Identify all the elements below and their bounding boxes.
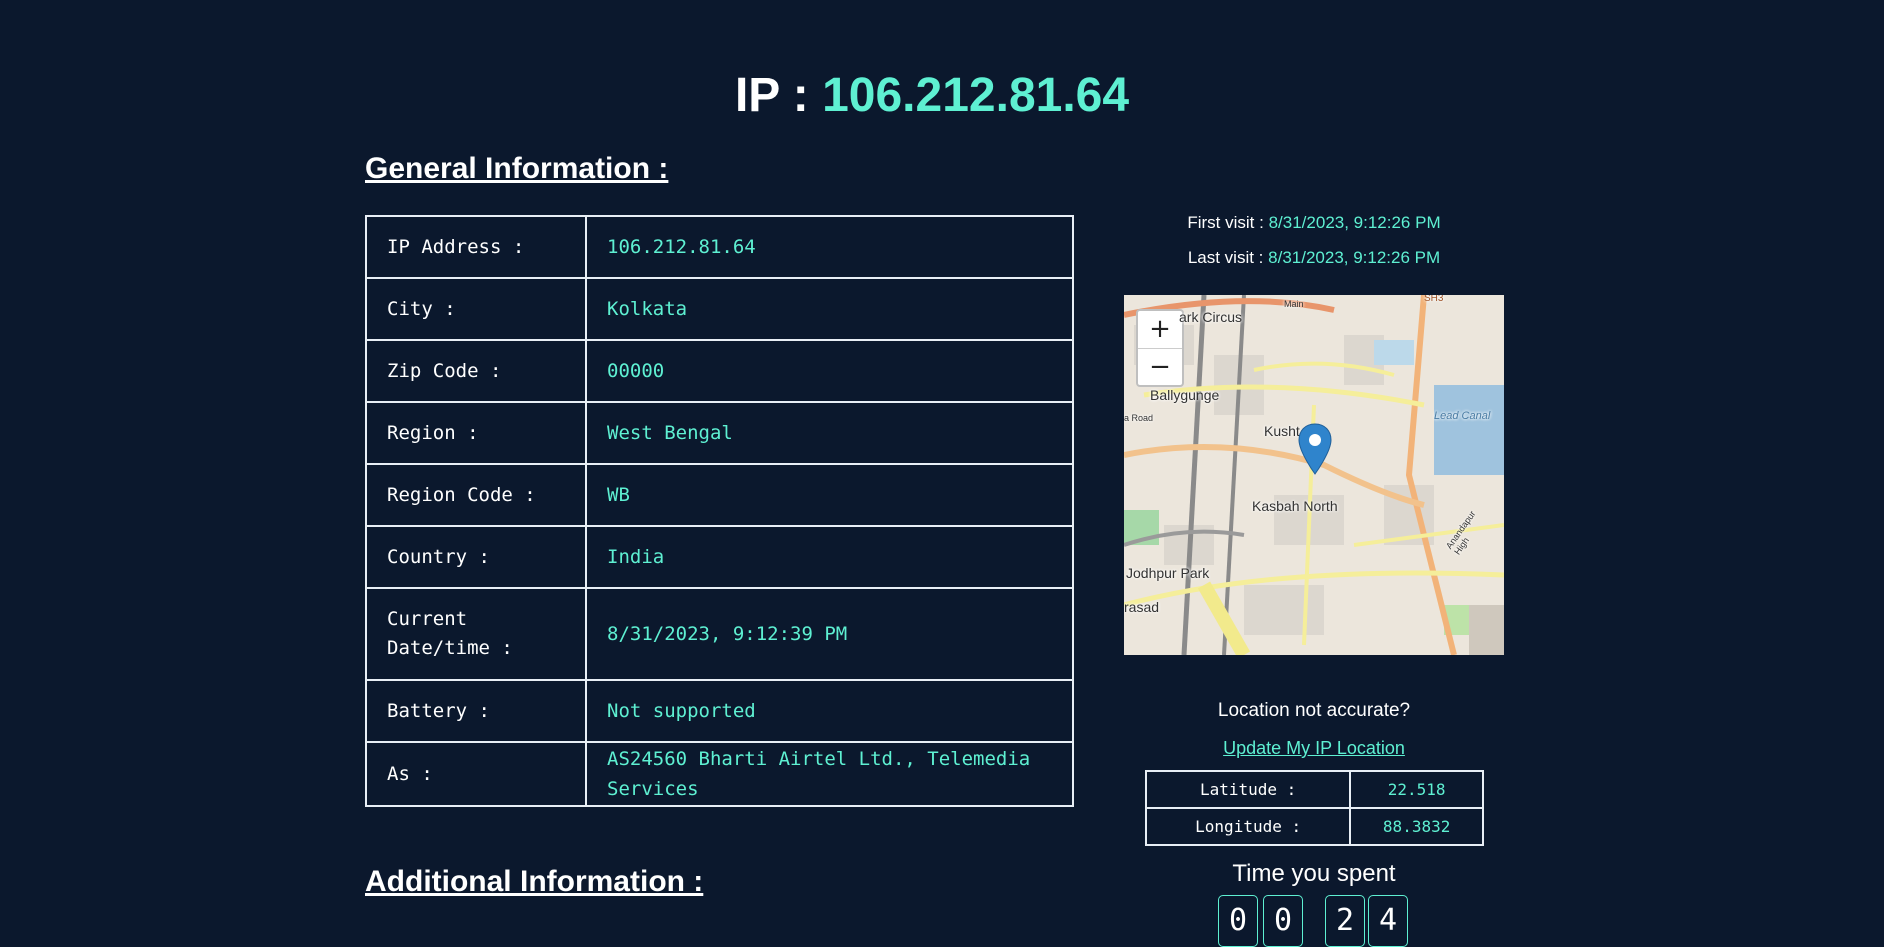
row-label: IP Address :: [365, 215, 587, 279]
first-visit: First visit : 8/31/2023, 9:12:26 PM: [1124, 213, 1504, 233]
table-row: City : Kolkata: [365, 277, 1074, 341]
general-information-heading: General Information :: [365, 152, 669, 185]
row-value: 106.212.81.64: [585, 215, 1074, 279]
map-label-lead-canal: Lead Canal: [1434, 410, 1491, 422]
row-value: 8/31/2023, 9:12:39 PM: [585, 587, 1074, 681]
table-row: IP Address : 106.212.81.64: [365, 215, 1074, 279]
latitude-label: Latitude :: [1144, 770, 1352, 809]
last-visit-value: 8/31/2023, 9:12:26 PM: [1268, 248, 1441, 267]
map-label-road: a Road: [1124, 413, 1154, 423]
row-label: Country :: [365, 525, 587, 589]
coordinates-table: Latitude : 22.518 Longitude : 88.3832: [1144, 770, 1484, 846]
row-value: Not supported: [585, 679, 1074, 743]
table-row: Latitude : 22.518: [1144, 770, 1484, 809]
table-row: Region : West Bengal: [365, 401, 1074, 465]
last-visit: Last visit : 8/31/2023, 9:12:26 PM: [1124, 248, 1504, 268]
table-row: Battery : Not supported: [365, 679, 1074, 743]
time-digit: 2: [1325, 895, 1365, 947]
time-digit: 4: [1368, 895, 1408, 947]
ip-prefix: IP :: [734, 69, 809, 122]
latitude-value: 22.518: [1349, 770, 1484, 809]
map-label-ballygunge: Ballygunge: [1150, 387, 1220, 403]
row-value: 00000: [585, 339, 1074, 403]
map-label-prasad: rasad: [1124, 599, 1160, 615]
table-row: Longitude : 88.3832: [1144, 807, 1484, 846]
location-map[interactable]: + − ark Circus Main SH3 Ballygunge a Roa…: [1124, 295, 1504, 655]
row-label: City :: [365, 277, 587, 341]
zoom-in-button[interactable]: +: [1138, 311, 1182, 349]
time-digit: 0: [1218, 895, 1258, 947]
first-visit-value: 8/31/2023, 9:12:26 PM: [1268, 213, 1441, 232]
longitude-value: 88.3832: [1349, 807, 1484, 846]
table-row: Country : India: [365, 525, 1074, 589]
map-label-jodhpur-park: Jodhpur Park: [1126, 565, 1210, 581]
row-label: As :: [365, 741, 587, 807]
general-info-table: IP Address : 106.212.81.64 City : Kolkat…: [365, 215, 1074, 807]
row-value: Kolkata: [585, 277, 1074, 341]
row-value: West Bengal: [585, 401, 1074, 465]
row-label: Region Code :: [365, 463, 587, 527]
row-label: Zip Code :: [365, 339, 587, 403]
table-row: Zip Code : 00000: [365, 339, 1074, 403]
zoom-out-button[interactable]: −: [1138, 349, 1182, 385]
ip-value: 106.212.81.64: [822, 69, 1130, 122]
longitude-label: Longitude :: [1144, 807, 1352, 846]
map-label-sh3: SH3: [1424, 295, 1444, 304]
last-visit-label: Last visit :: [1187, 248, 1264, 267]
map-label-kushtia: Kusht: [1264, 423, 1300, 439]
page-title: IP : 106.212.81.64: [0, 68, 1864, 123]
map-label-kasbah-north: Kasbah North: [1252, 498, 1338, 514]
location-accuracy-question: Location not accurate?: [1217, 700, 1411, 721]
update-location-link[interactable]: Update My IP Location: [1124, 738, 1504, 759]
additional-information-heading: Additional Information :: [365, 865, 704, 898]
map-label-main: Main: [1284, 299, 1304, 309]
first-visit-label: First visit :: [1187, 213, 1264, 232]
zoom-control: + −: [1136, 309, 1184, 387]
time-digit: 0: [1263, 895, 1303, 947]
table-row: Region Code : WB: [365, 463, 1074, 527]
row-label: Region :: [365, 401, 587, 465]
map-label-park-circus: ark Circus: [1179, 309, 1243, 325]
row-value: WB: [585, 463, 1074, 527]
table-row: Current Date/time : 8/31/2023, 9:12:39 P…: [365, 587, 1074, 681]
row-label: Battery :: [365, 679, 587, 743]
time-spent-title: Time you spent: [1232, 860, 1396, 887]
row-value: India: [585, 525, 1074, 589]
row-value: AS24560 Bharti Airtel Ltd., Telemedia Se…: [585, 741, 1074, 807]
row-label: Current Date/time :: [365, 587, 587, 681]
table-row: As : AS24560 Bharti Airtel Ltd., Telemed…: [365, 741, 1074, 807]
map-marker-icon[interactable]: [1298, 423, 1332, 475]
